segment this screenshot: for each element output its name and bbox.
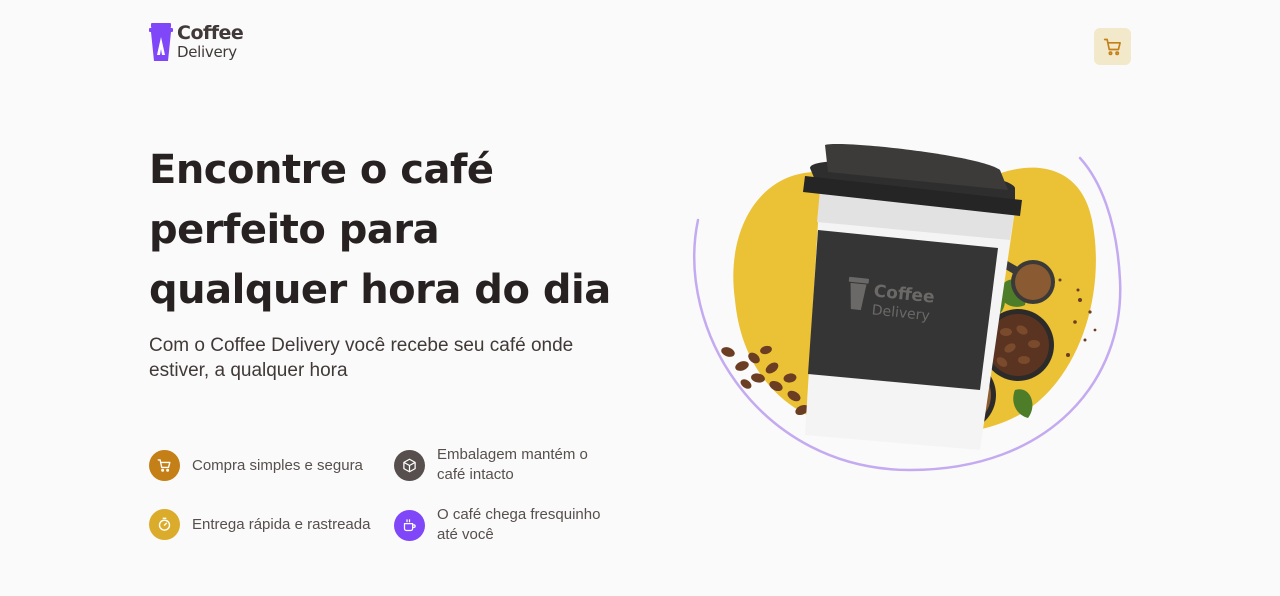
feature-icon-badge xyxy=(149,509,180,540)
landing-page: Coffee Delivery Encontre o café perfeito… xyxy=(0,0,1280,596)
logo[interactable]: Coffee Delivery xyxy=(149,22,244,61)
coffee-icon xyxy=(403,518,416,531)
logo-text: Coffee Delivery xyxy=(177,22,244,61)
shopping-cart-icon xyxy=(157,459,171,472)
coffee-cup-logo-icon xyxy=(149,23,173,61)
feature-item-simple-purchase: Compra simples e segura xyxy=(149,450,363,481)
timer-icon xyxy=(158,517,171,531)
feature-item-fast-delivery: Entrega rápida e rastreada xyxy=(149,509,370,540)
logo-word-coffee: Coffee xyxy=(177,22,244,44)
hero-title: Encontre o café perfeito para qualquer h… xyxy=(149,147,611,313)
feature-icon-badge xyxy=(394,509,425,541)
shopping-cart-icon xyxy=(1103,38,1121,55)
feature-icon-badge xyxy=(149,450,180,481)
hero-subtitle: Com o Coffee Delivery você recebe seu ca… xyxy=(149,335,574,381)
feature-text: Embalagem mantém o café intacto xyxy=(437,446,588,483)
feature-icon-badge xyxy=(394,449,425,481)
feature-text: O café chega fresquinho até você xyxy=(437,506,601,543)
feature-item-fresh-coffee: O café chega fresquinho até você xyxy=(394,505,617,545)
feature-item-packaging: Embalagem mantém o café intacto xyxy=(394,445,612,485)
feature-text: Entrega rápida e rastreada xyxy=(192,515,371,533)
logo-word-delivery: Delivery xyxy=(177,43,237,61)
package-icon xyxy=(403,458,416,472)
hero-coffee-image: Coffee Delivery xyxy=(693,144,1122,472)
cart-button[interactable] xyxy=(1094,28,1131,65)
feature-text: Compra simples e segura xyxy=(192,456,363,474)
